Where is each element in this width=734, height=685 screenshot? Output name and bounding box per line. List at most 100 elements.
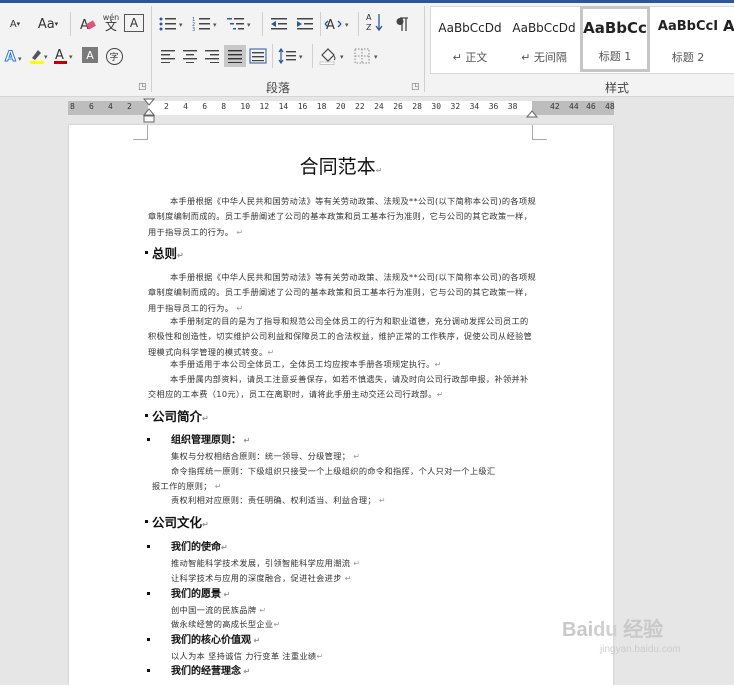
intro-paragraph: 本手册根据《中华人民共和国劳动法》等有关劳动政策、法规及**公司(以下简称本公司… <box>148 196 537 237</box>
ruler-tick: 34 <box>469 102 480 111</box>
phonetic-guide-button[interactable]: wén 文 <box>100 12 122 32</box>
bullet-list-icon: ▾ <box>159 17 183 31</box>
style-no-spacing[interactable]: AaBbCcDd ↵ 无间隔 <box>509 7 579 71</box>
chinese-layout-button[interactable]: A ▾ <box>324 14 354 34</box>
align-right-button[interactable] <box>202 46 222 66</box>
separator <box>272 44 273 68</box>
svg-text:▾: ▾ <box>69 53 73 61</box>
ruler-tick: 28 <box>412 102 422 111</box>
styles-gallery: AaBbCcDd ↵ 正文 AaBbCcDd ↵ 无间隔 AaBbCc 标题 1… <box>430 6 734 74</box>
align-center-icon <box>183 50 197 63</box>
style-heading-1[interactable]: AaBbCc 标题 1 <box>580 6 650 72</box>
right-indent-marker-icon[interactable] <box>526 108 538 118</box>
crop-mark-left <box>133 125 148 140</box>
line-spacing-button[interactable]: ▾ <box>278 46 308 66</box>
separator <box>70 12 71 36</box>
vision-line-1: 创中国一流的民族品牌 ↵ <box>171 605 267 615</box>
style-name: 标题 2 <box>671 51 705 64</box>
style-preview: AaBbCcDd <box>438 21 502 35</box>
document-title: 合同范本↵ <box>299 157 383 178</box>
ruler-tick: 44 <box>569 102 579 111</box>
distributed-button[interactable] <box>248 46 268 66</box>
style-name: ↵ 无间隔 <box>521 51 567 64</box>
ruler-tick: 4 <box>183 102 188 111</box>
baidu-watermark: Baidu 经验 <box>562 619 664 641</box>
character-border-icon: A <box>129 16 139 30</box>
ruler-tick: 38 <box>507 102 518 111</box>
paragraph-mark: ↵ <box>375 166 383 175</box>
highlight-color-button[interactable]: ▾ <box>28 46 50 66</box>
ruler-tick: 14 <box>278 102 289 111</box>
org-line-3: 报工作的原则； ↵ <box>152 481 222 491</box>
ruler-tick: 12 <box>259 102 270 111</box>
svg-text:▾: ▾ <box>299 53 303 61</box>
increase-indent-button[interactable] <box>294 14 316 34</box>
justify-button[interactable] <box>224 45 246 67</box>
numbering-button[interactable]: 1 2 3 ▾ <box>192 14 222 34</box>
org-line-2: 命令指挥统一原则：下级组织只接受一个上级组织的命令和指挥，个人只对一个上级汇 <box>171 466 496 476</box>
text-effects-icon: A ▾ <box>5 49 23 66</box>
subheading-org-principles: 组织管理原则： ↵ <box>171 435 251 446</box>
sort-button[interactable]: AZ <box>364 12 386 32</box>
svg-text:A: A <box>5 49 16 65</box>
character-border-button[interactable]: A <box>124 14 144 32</box>
section-heading-profile: 公司简介↵ <box>152 410 209 424</box>
font-color-button[interactable]: A ▾ <box>52 46 76 66</box>
clear-formatting-button[interactable]: A <box>76 14 98 34</box>
decrease-indent-button[interactable] <box>268 14 290 34</box>
style-title[interactable]: A <box>723 7 734 71</box>
style-heading-2[interactable]: AaBbCcI 标题 2 <box>653 7 723 71</box>
ruler-tick: 6 <box>202 102 208 111</box>
character-shading-button[interactable]: A <box>82 47 98 63</box>
document-page[interactable]: 合同范本↵ 本手册根据《中华人民共和国劳动法》等有关劳动政策、法规及**公司(以… <box>69 125 613 685</box>
styles-group-label: 样式 <box>605 81 630 95</box>
subheading-bullet <box>147 438 150 441</box>
font-color-icon: A ▾ <box>54 48 73 64</box>
line-spacing-icon: ▾ <box>278 48 303 64</box>
svg-text:3: 3 <box>192 27 195 32</box>
borders-icon: ▾ <box>354 48 378 64</box>
ruler-tick: 4 <box>108 102 113 111</box>
first-line-indent-marker-icon[interactable] <box>143 98 155 124</box>
ruler-tick: 24 <box>374 102 384 111</box>
values-line-1: 以人为本 坚持诚信 力行变革 注重业绩↵ <box>171 651 324 661</box>
svg-text:▾: ▾ <box>374 53 378 61</box>
align-center-button[interactable] <box>180 46 200 66</box>
font-dialog-launcher-icon[interactable]: ◳ <box>138 82 147 92</box>
style-name: ↵ 正文 <box>452 51 488 64</box>
subheading-philosophy: 我们的经营理念 ↵ <box>171 666 251 677</box>
section-heading-culture: 公司文化↵ <box>152 516 209 530</box>
numbered-list-icon: 123▾ <box>192 17 217 32</box>
shading-button[interactable]: ▾ <box>318 46 350 66</box>
subheading-bullet <box>147 545 150 548</box>
highlighter-icon: ▾ <box>30 50 48 64</box>
bullets-button[interactable]: ▾ <box>158 14 188 34</box>
character-shading-icon: A <box>86 48 94 62</box>
enclose-characters-button[interactable]: 字 <box>104 46 124 66</box>
change-case-icon: Aa <box>37 16 55 32</box>
paragraph-dialog-launcher-icon[interactable]: ◳ <box>411 82 420 92</box>
style-name: 标题 1 <box>598 50 632 63</box>
show-hide-marks-button[interactable] <box>392 14 414 34</box>
align-left-button[interactable] <box>158 46 178 66</box>
svg-text:A: A <box>366 13 372 22</box>
shrink-font-button[interactable]: A ▾ <box>4 14 26 34</box>
change-case-button[interactable]: Aa ▾ <box>32 14 64 34</box>
svg-text:Z: Z <box>366 23 372 32</box>
ruler-tick: 36 <box>488 102 499 111</box>
ruler-tick: 8 <box>70 102 75 111</box>
text-effects-button[interactable]: A ▾ <box>4 46 26 66</box>
svg-text:▾: ▾ <box>345 21 349 29</box>
borders-button[interactable]: ▾ <box>354 46 384 66</box>
sort-icon: AZ <box>366 13 383 32</box>
eraser-icon: A <box>80 18 96 32</box>
ribbon: A ▾ Aa ▾ A wén 文 A A ▾ ▾ A ▾ A 字 ◳ ▾ 1 2 3 ▾ ▾ … <box>0 0 734 97</box>
distributed-icon <box>249 48 267 64</box>
ruler-tick: 30 <box>431 102 442 111</box>
subheading-vision: 我们的愿景 ↵ <box>171 589 231 600</box>
multilevel-list-button[interactable]: ▾ <box>226 14 256 34</box>
heading-bullet <box>145 414 148 417</box>
style-normal[interactable]: AaBbCcDd ↵ 正文 <box>435 7 505 71</box>
style-preview: AaBbCc <box>583 19 647 37</box>
ruler-tick: 46 <box>586 102 596 111</box>
